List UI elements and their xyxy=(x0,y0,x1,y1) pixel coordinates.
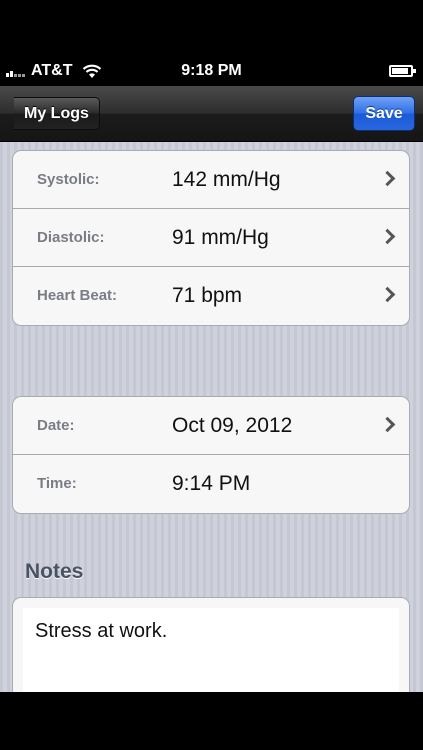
systolic-row[interactable]: Systolic: 142 mm/Hg xyxy=(13,151,409,209)
top-bezel xyxy=(0,0,423,57)
form-content[interactable]: Systolic: 142 mm/Hg Diastolic: 91 mm/Hg … xyxy=(0,142,423,692)
time-row[interactable]: Time: 9:14 PM xyxy=(13,455,409,513)
chevron-right-icon xyxy=(379,286,396,303)
notes-textarea[interactable]: Stress at work. xyxy=(23,608,399,692)
systolic-value: 142 mm/Hg xyxy=(172,168,281,191)
date-value: Oct 09, 2012 xyxy=(172,414,293,437)
battery-icon xyxy=(389,65,416,77)
navigation-bar: My Logs Save xyxy=(0,86,423,142)
date-row[interactable]: Date: Oct 09, 2012 xyxy=(13,397,409,455)
date-label: Date: xyxy=(37,417,75,434)
diastolic-label: Diastolic: xyxy=(37,229,105,246)
back-button[interactable]: My Logs xyxy=(14,97,100,130)
notes-heading: Notes xyxy=(25,560,84,583)
bottom-bezel xyxy=(0,692,423,750)
status-bar: AT&T 9:18 PM xyxy=(0,57,423,86)
status-time: 9:18 PM xyxy=(181,62,242,79)
diastolic-value: 91 mm/Hg xyxy=(172,226,269,249)
systolic-label: Systolic: xyxy=(37,171,100,188)
back-button-label: My Logs xyxy=(24,105,89,122)
chevron-right-icon xyxy=(379,416,396,433)
heart-beat-row[interactable]: Heart Beat: 71 bpm xyxy=(13,267,409,325)
heart-beat-label: Heart Beat: xyxy=(37,287,118,304)
datetime-group: Date: Oct 09, 2012 Time: 9:14 PM xyxy=(12,396,410,514)
time-value: 9:14 PM xyxy=(172,472,251,495)
notes-container: Stress at work. xyxy=(12,597,410,692)
diastolic-row[interactable]: Diastolic: 91 mm/Hg xyxy=(13,209,409,267)
time-label: Time: xyxy=(37,475,77,492)
vitals-group: Systolic: 142 mm/Hg Diastolic: 91 mm/Hg … xyxy=(12,150,410,326)
chevron-right-icon xyxy=(379,170,396,187)
chevron-right-icon xyxy=(379,228,396,245)
heart-beat-value: 71 bpm xyxy=(172,284,243,307)
save-button[interactable]: Save xyxy=(353,96,415,131)
